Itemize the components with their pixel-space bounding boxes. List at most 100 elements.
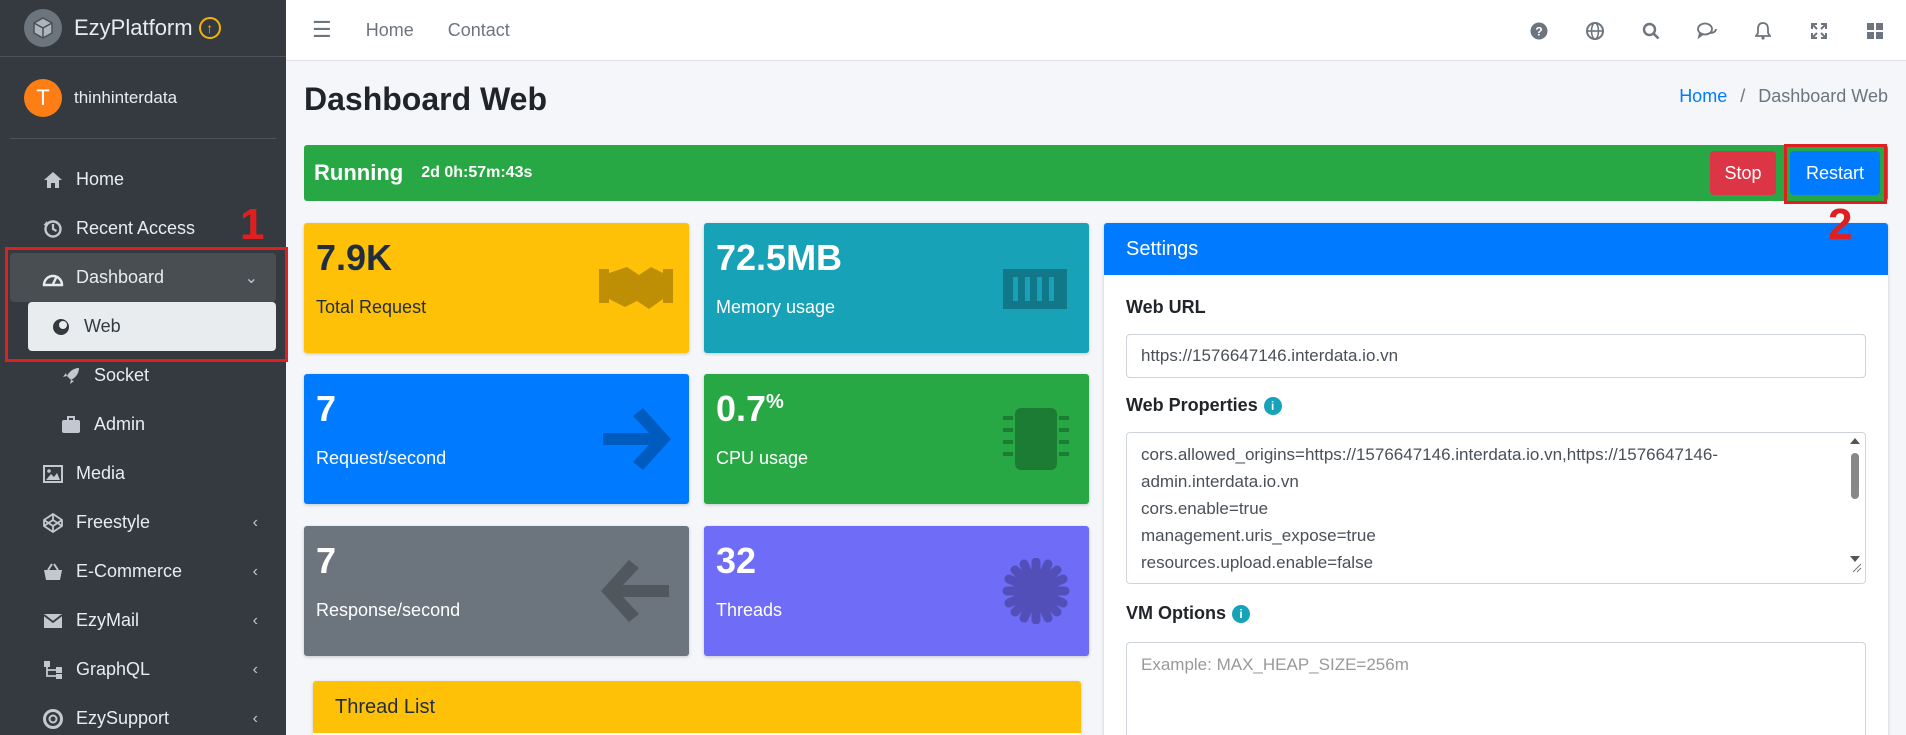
chevron-left-icon: ‹ [252,513,258,531]
sidebar-item-label: Media [76,463,126,483]
comments-icon[interactable] [1696,22,1718,40]
menu-toggle-icon[interactable]: ☰ [312,17,332,43]
request-per-second-box: 7 Request/second [304,374,689,504]
basket-icon [42,561,64,583]
info-icon[interactable]: i [1263,396,1282,415]
sidebar-item-freestyle[interactable]: Freestyle ‹ [10,498,276,547]
briefcase-icon [60,414,82,436]
sidebar-item-label: Socket [94,365,150,385]
brand-logo-icon [24,9,62,47]
thread-list-title: Thread List [313,681,1081,733]
web-properties-label-row: Web Properties i [1126,395,1282,416]
web-url-input[interactable]: https://1576647146.interdata.io.vn [1126,334,1866,378]
web-properties-label: Web Properties [1126,395,1258,415]
stat-label: Memory usage [716,297,836,317]
stat-value: 7.9K [316,237,393,278]
threads-box: 32 Threads [704,526,1089,656]
handshake-icon [599,255,673,321]
highlight-box-1 [5,247,288,362]
cpu-usage-box: 0.7% CPU usage [704,374,1089,504]
codepen-icon [42,512,64,534]
lifebuoy-icon [42,708,64,730]
upgrade-arrow-icon[interactable]: ↑ [198,17,221,39]
sidebar-item-graphql[interactable]: GraphQL ‹ [10,645,276,694]
property-line: cors.enable=true [1141,499,1269,518]
sidebar: EzyPlatform ↑ T thinhinterdata Home Rece… [0,0,286,735]
property-line: cors.allowed_origins=https://1576647146.… [1141,445,1718,464]
stat-label: Request/second [316,448,447,468]
brand[interactable]: EzyPlatform ↑ [0,0,286,57]
help-icon[interactable]: ? [1528,22,1550,40]
memory-usage-box: 72.5MB Memory usage [704,223,1089,353]
stat-value: 0.7% [716,388,784,430]
vm-options-textarea[interactable]: Example: MAX_HEAP_SIZE=256m [1126,642,1866,735]
sidebar-item-label: E-Commerce [76,561,183,581]
property-line: management.uris_expose=true [1141,526,1376,545]
username[interactable]: thinhinterdata [74,88,177,108]
uptime-value: 2d 0h:57m:43s [421,164,533,181]
stat-label: Total Request [316,297,427,317]
sidebar-item-ezysupport[interactable]: EzySupport ‹ [10,694,276,735]
grid-icon[interactable] [1864,22,1886,40]
breadcrumb-current: Dashboard Web [1758,86,1888,106]
cpu-unit: % [766,391,784,413]
sidebar-item-media[interactable]: Media [10,449,276,498]
annotation-number-2: 2 [1828,200,1853,249]
brand-name: EzyPlatform [74,15,193,40]
topnav-home-link[interactable]: Home [366,20,414,41]
vm-options-label: VM Options [1126,603,1226,623]
svg-text:?: ? [1535,24,1542,38]
sidebar-item-label: Freestyle [76,512,151,532]
chevron-left-icon: ‹ [252,611,258,629]
chevron-left-icon: ‹ [252,562,258,580]
sidebar-item-recent-access[interactable]: Recent Access [10,204,276,253]
textarea-scrollbar[interactable] [1847,435,1863,575]
asterisk-icon [999,557,1073,625]
breadcrumb: Home / Dashboard Web [1679,86,1888,107]
memory-icon [999,255,1073,321]
topnav-contact-link[interactable]: Contact [448,20,510,41]
sidebar-item-label: Recent Access [76,218,196,238]
sidebar-item-e-commerce[interactable]: E-Commerce ‹ [10,547,276,596]
bell-icon[interactable] [1752,21,1774,40]
sidebar-item-ezymail[interactable]: EzyMail ‹ [10,596,276,645]
rocket-icon [60,365,82,387]
property-line: admin.interdata.io.vn [1141,472,1299,491]
stat-label: Response/second [316,600,461,620]
thread-list-card: Thread List [313,681,1081,735]
stat-value: 7 [316,388,337,429]
vm-options-label-row: VM Options i [1126,603,1250,624]
sidebar-item-admin[interactable]: Admin [10,400,276,449]
info-icon[interactable]: i [1232,604,1250,623]
breadcrumb-separator: / [1740,86,1746,106]
chevron-left-icon: ‹ [252,660,258,678]
arrow-right-icon [599,406,673,472]
history-icon [42,218,64,240]
stat-label: CPU usage [716,448,809,468]
home-icon [42,169,64,191]
web-url-label: Web URL [1126,297,1206,317]
stat-label: Threads [716,600,783,620]
globe-icon[interactable] [1584,21,1606,40]
envelope-icon [42,610,64,632]
breadcrumb-home-link[interactable]: Home [1679,86,1727,106]
microchip-icon [999,406,1073,472]
stat-value: 7 [316,540,337,581]
web-properties-textarea[interactable]: cors.allowed_origins=https://1576647146.… [1126,432,1866,584]
expand-icon[interactable] [1808,22,1830,39]
main-content: Dashboard Web Home / Dashboard Web Runni… [286,61,1906,735]
total-request-box: 7.9K Total Request [304,223,689,353]
response-per-second-box: 7 Response/second [304,526,689,656]
sidebar-item-label: GraphQL [76,659,151,679]
sidebar-item-home[interactable]: Home [10,155,276,204]
user-panel[interactable]: T thinhinterdata [10,57,276,139]
status-label: Running [314,160,404,185]
top-navbar: ☰ Home Contact ? [286,0,1906,61]
image-icon [42,463,64,485]
stop-button[interactable]: Stop [1710,151,1776,195]
annotation-number-1: 1 [240,200,265,249]
search-icon[interactable] [1640,22,1662,40]
highlight-box-2 [1784,144,1887,204]
settings-title: Settings [1104,223,1888,275]
sitemap-icon [42,659,64,681]
